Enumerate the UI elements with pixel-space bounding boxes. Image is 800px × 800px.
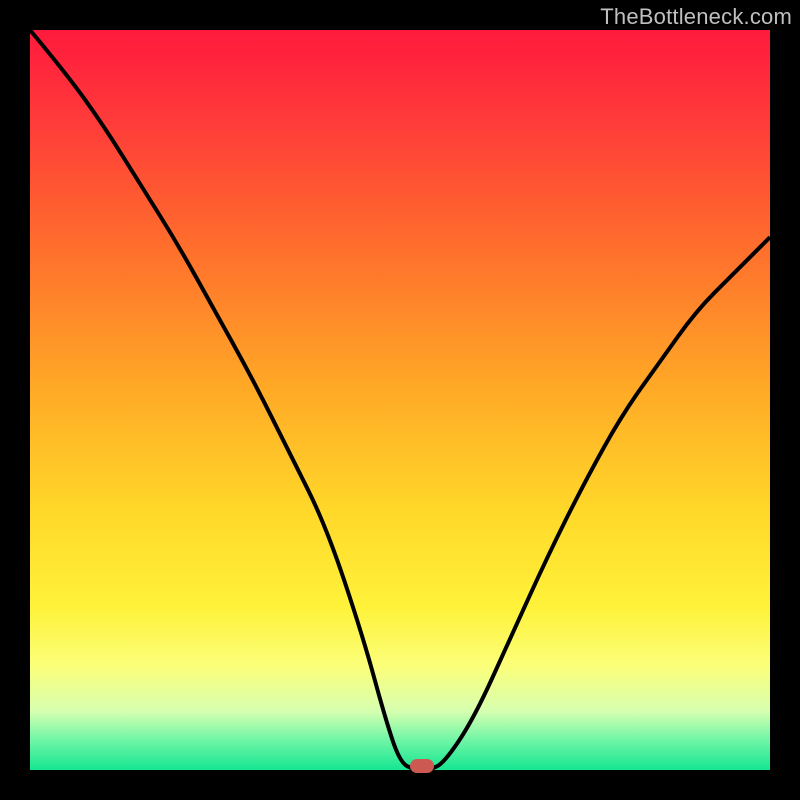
plot-area (30, 30, 770, 770)
watermark-text: TheBottleneck.com (600, 4, 792, 30)
optimal-marker (410, 759, 434, 773)
chart-frame: TheBottleneck.com (0, 0, 800, 800)
bottleneck-curve (30, 30, 770, 770)
